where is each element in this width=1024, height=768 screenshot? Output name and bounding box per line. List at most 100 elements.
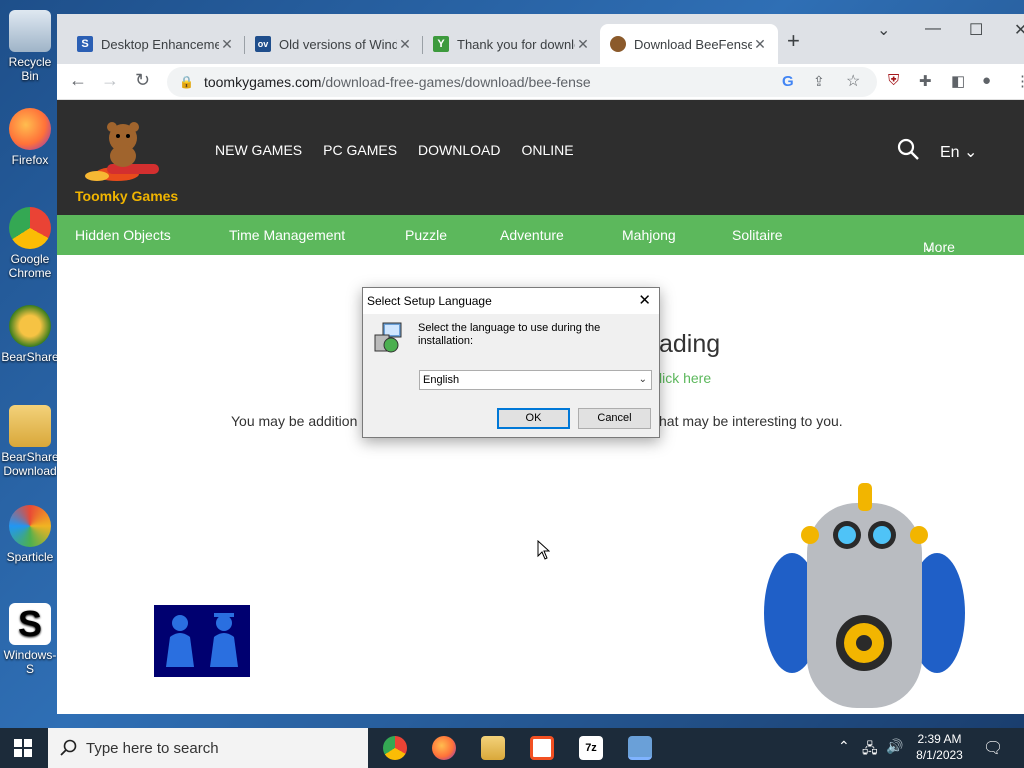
taskbar-7zip-icon[interactable]: 7z <box>579 736 603 760</box>
desktop-icon-sparticle[interactable]: Sparticle <box>0 505 60 564</box>
download-heading: ading <box>659 330 721 358</box>
network-icon[interactable]: 🖧 <box>862 738 878 762</box>
taskbar-setup-icon[interactable] <box>628 736 652 760</box>
s-favicon-icon: S <box>77 36 93 52</box>
taskbar-clock[interactable]: 2:39 AM 8/1/2023 <box>912 731 967 763</box>
volume-icon[interactable]: 🔊 <box>886 738 903 755</box>
profile-avatar-icon[interactable]: ● <box>982 72 991 89</box>
language-selector[interactable]: En ⌄ <box>940 142 977 162</box>
click-here-link[interactable]: lick here <box>659 370 711 386</box>
category-adventure[interactable]: Adventure <box>500 227 564 243</box>
installer-computer-icon <box>374 322 402 353</box>
tab-desktop-enhancements[interactable]: S Desktop Enhancements ✕ <box>67 24 245 64</box>
minimize-icon[interactable]: — <box>925 20 941 38</box>
language-dropdown[interactable]: English ⌄ <box>419 370 652 390</box>
close-icon[interactable]: ✕ <box>575 36 591 53</box>
menu-kebab-icon[interactable]: ⋮ <box>1015 72 1024 90</box>
taskbar-chrome-icon[interactable] <box>383 736 407 760</box>
desktop-icon-label: Windows-S <box>3 648 57 676</box>
desktop-icon-bearshare[interactable]: BearShare <box>0 305 60 364</box>
google-icon[interactable]: G <box>782 73 794 90</box>
recycle-bin-icon <box>9 10 51 52</box>
side-panel-icon[interactable]: ◧ <box>951 72 965 90</box>
sparticle-icon <box>9 505 51 547</box>
nav-pc-games[interactable]: PC GAMES <box>323 142 397 158</box>
nav-download[interactable]: DOWNLOAD <box>418 142 500 158</box>
share-icon[interactable]: ⇪ <box>813 73 825 90</box>
search-icon <box>60 739 77 756</box>
taskbar-store-icon[interactable] <box>530 736 554 760</box>
close-icon[interactable]: ✕ <box>219 36 235 53</box>
desktop-icon-label: BearShare Download <box>1 450 59 478</box>
tab-download-beefense[interactable]: Download BeeFense ✕ <box>600 24 778 64</box>
ok-button[interactable]: OK <box>497 408 570 429</box>
desktop-icon-firefox[interactable]: Firefox <box>0 108 60 167</box>
maximize-icon[interactable]: ☐ <box>969 20 983 40</box>
bearshare-icon <box>9 305 51 347</box>
extensions-puzzle-icon[interactable]: ✚ <box>919 72 932 90</box>
taskbar-firefox-icon[interactable] <box>432 736 456 760</box>
url-path: /download-free-games/download/bee-fense <box>321 74 591 90</box>
chevron-up-icon[interactable]: ⌃ <box>838 738 850 755</box>
teddy-rocket-logo-icon[interactable] <box>77 114 173 184</box>
bookmark-star-icon[interactable]: ☆ <box>846 71 860 91</box>
desktop-icon-bearshare-download[interactable]: BearShare Download <box>0 405 60 478</box>
category-bar: Hidden Objects Time Management Puzzle Ad… <box>57 215 1024 255</box>
reload-icon[interactable]: ↻ <box>135 70 150 91</box>
close-icon[interactable]: ✕ <box>752 36 768 53</box>
setup-language-dialog: Select Setup Language ✕ Select the langu… <box>362 287 660 438</box>
tab-old-versions[interactable]: ov Old versions of Windows ✕ <box>245 24 423 64</box>
dialog-title: Select Setup Language <box>367 294 492 308</box>
lock-icon: 🔒 <box>179 75 194 89</box>
browser-toolbar: ← → ↻ 🔒 toomkygames.com/download-free-ga… <box>57 64 1024 100</box>
category-time-management[interactable]: Time Management <box>229 227 345 243</box>
desktop-icon-recycle-bin[interactable]: Recycle Bin <box>0 10 60 83</box>
nav-online[interactable]: ONLINE <box>521 142 573 158</box>
clock-date: 8/1/2023 <box>916 748 963 762</box>
notification-icon[interactable]: 🗨 <box>983 738 1003 758</box>
url-host: toomkygames.com <box>203 74 322 90</box>
tab-search-chevron-icon[interactable]: ⌄ <box>877 20 890 40</box>
desktop-icon-chrome[interactable]: Google Chrome <box>0 207 60 280</box>
site-logo-text[interactable]: Toomky Games <box>75 188 178 204</box>
category-puzzle[interactable]: Puzzle <box>405 227 447 243</box>
firefox-icon <box>9 108 51 150</box>
site-header: Toomky Games NEW GAMES PC GAMES DOWNLOAD… <box>57 100 1024 215</box>
close-icon[interactable]: ✕ <box>397 36 413 53</box>
ublock-extension-icon[interactable]: ⛨ <box>888 72 899 89</box>
two-kids-image[interactable] <box>154 605 250 677</box>
tab-title: Old versions of Windows <box>279 36 397 52</box>
ov-favicon-icon: ov <box>255 36 271 52</box>
desktop-icon-label: Firefox <box>11 153 49 167</box>
windows-start-icon[interactable] <box>14 739 32 757</box>
bear-favicon-icon <box>610 36 626 52</box>
search-icon[interactable] <box>897 138 919 160</box>
nav-new-games[interactable]: NEW GAMES <box>215 142 302 158</box>
address-bar[interactable]: 🔒 toomkygames.com/download-free-games/do… <box>167 67 877 97</box>
taskbar: Type here to search 7z ⌃ 🖧 🔊 2:39 AM 8/1… <box>0 728 1024 768</box>
folder-icon <box>9 405 51 447</box>
category-hidden-objects[interactable]: Hidden Objects <box>75 227 171 243</box>
category-solitaire[interactable]: Solitaire <box>732 227 783 243</box>
robot-mascot-image <box>764 483 965 708</box>
taskbar-search-placeholder: Type here to search <box>86 739 219 757</box>
chevron-down-icon: ⌄ <box>638 374 647 385</box>
taskbar-file-explorer-icon[interactable] <box>481 736 505 760</box>
tab-thank-you[interactable]: Y Thank you for downloading ✕ <box>423 24 601 64</box>
new-tab-button[interactable]: + <box>787 28 800 54</box>
close-icon[interactable]: ✕ <box>638 291 651 309</box>
window-close-icon[interactable]: ✕ <box>1014 20 1024 40</box>
promo-text-left: You may be addition <box>231 413 358 429</box>
desktop-icon-windows-s[interactable]: S Windows-S <box>0 603 60 676</box>
dialog-title-bar[interactable]: Select Setup Language ✕ <box>363 288 659 314</box>
s-logo-icon: S <box>9 603 51 645</box>
chrome-icon <box>9 207 51 249</box>
taskbar-search-box[interactable]: Type here to search <box>48 728 368 768</box>
category-mahjong[interactable]: Mahjong <box>622 227 676 243</box>
language-dropdown-value: English <box>423 374 460 386</box>
forward-arrow-icon[interactable]: → <box>101 70 119 91</box>
language-label: En <box>940 144 960 161</box>
chevron-down-icon: ⌄ <box>923 239 935 255</box>
back-arrow-icon[interactable]: ← <box>69 70 87 91</box>
cancel-button[interactable]: Cancel <box>578 408 651 429</box>
